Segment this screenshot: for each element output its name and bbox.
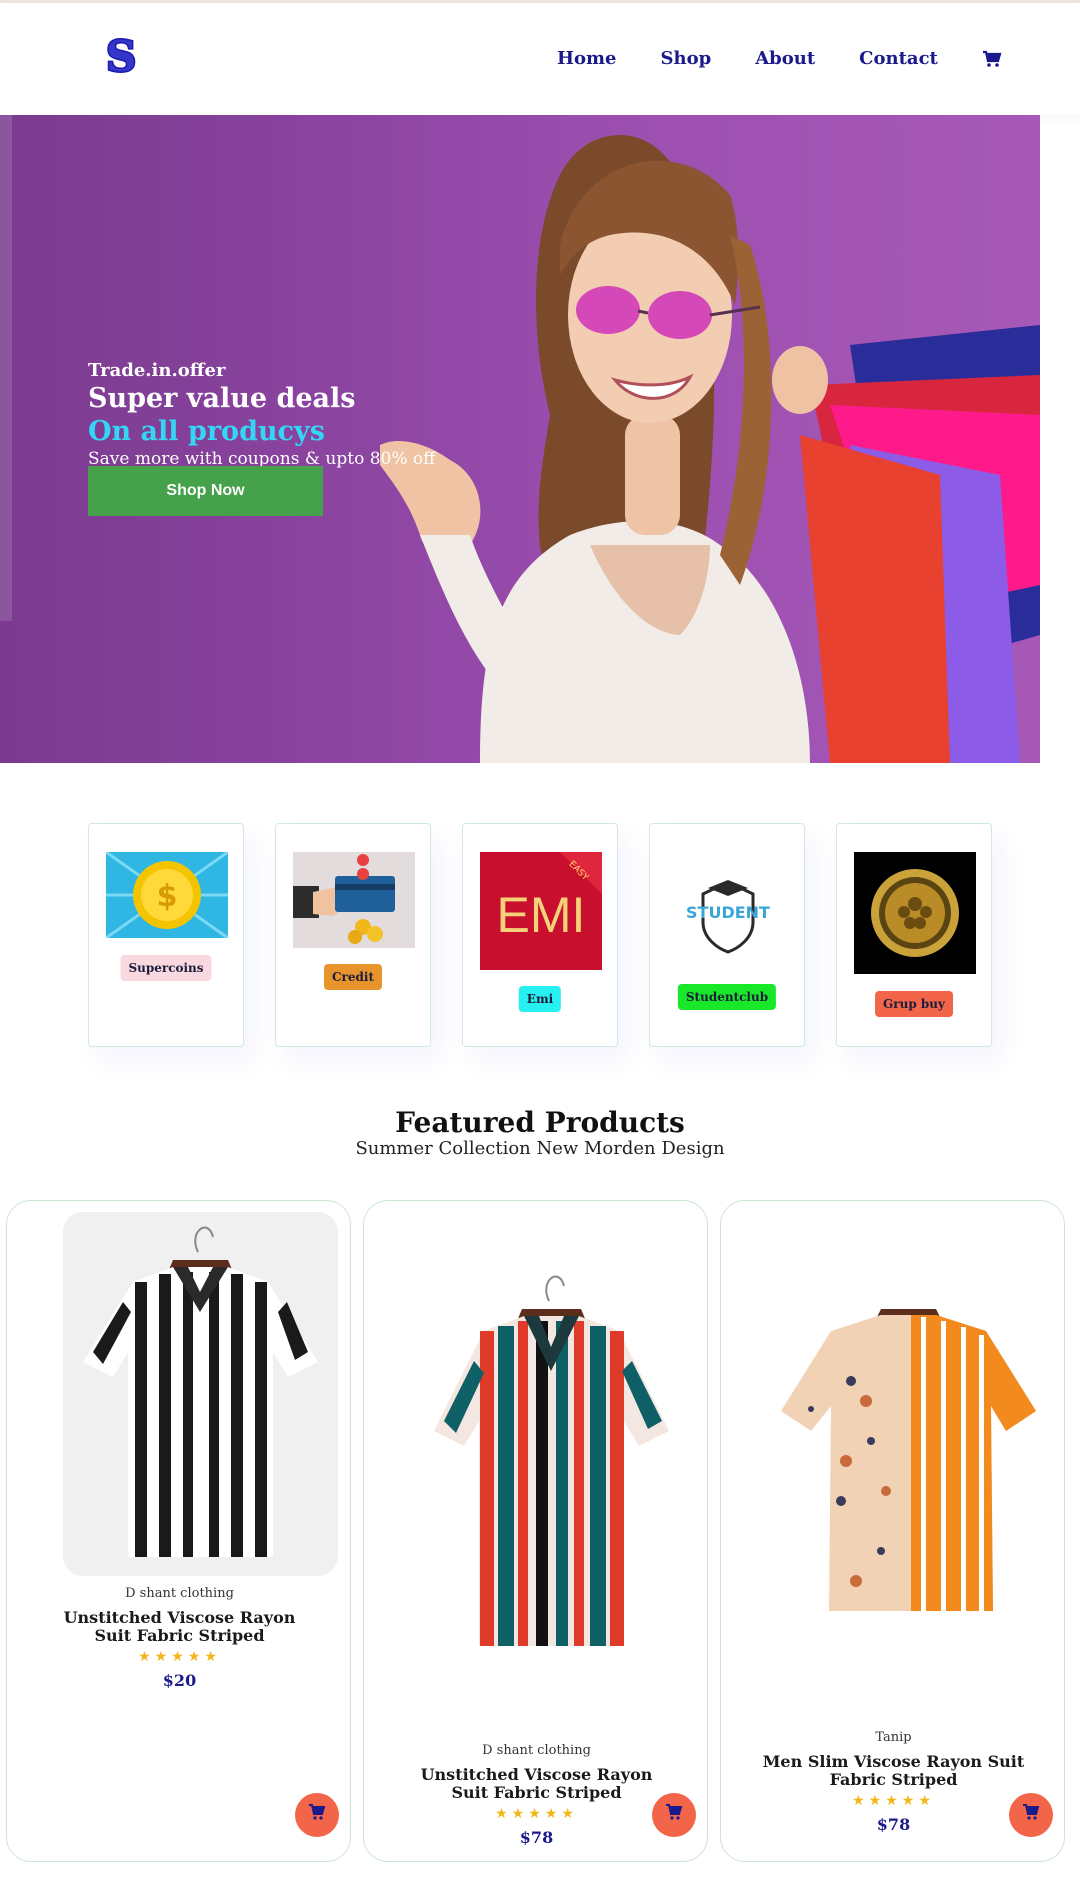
product-brand: Tanip — [875, 1730, 912, 1745]
emi-badge: Emi — [518, 986, 562, 1012]
featured-title: Featured Products — [395, 1106, 685, 1139]
offer-card-emi[interactable]: EASY EMI Emi — [462, 823, 618, 1047]
product-price: $78 — [519, 1828, 554, 1847]
striped-shirt-image — [63, 1212, 338, 1576]
add-to-cart-button[interactable] — [295, 1793, 339, 1837]
offer-card-grupbuy[interactable]: Grup buy — [836, 823, 992, 1047]
logo-icon[interactable]: S S — [104, 33, 140, 79]
credit-card-icon — [293, 852, 415, 948]
floral-striped-shirt-image — [781, 1309, 1036, 1611]
product-price: $20 — [162, 1671, 197, 1690]
offer-card-studentclub[interactable]: STUDENT Studentclub — [649, 823, 805, 1047]
svg-text:STUDENT: STUDENT — [686, 903, 770, 922]
studentclub-badge: Studentclub — [677, 984, 777, 1010]
nav-shop[interactable]: Shop — [661, 48, 712, 69]
hero-side-strip — [0, 115, 12, 621]
product-card[interactable]: D shant clothing Unstitched Viscose Rayo… — [363, 1200, 708, 1862]
shop-now-button[interactable]: Shop Now — [88, 466, 323, 516]
product-card[interactable]: D shant clothing Unstitched Viscose Rayo… — [6, 1200, 351, 1862]
product-name: Men Slim Viscose Rayon Suit Fabric Strip… — [762, 1752, 1025, 1789]
product-card[interactable]: Tanip Men Slim Viscose Rayon Suit Fabric… — [720, 1200, 1065, 1862]
svg-text:EMI: EMI — [497, 887, 586, 943]
featured-subtitle: Summer Collection New Morden Design — [355, 1138, 725, 1159]
offer-card-supercoins[interactable]: $ Supercoins — [88, 823, 244, 1047]
offer-cards: $ Supercoins Credit EASY EMI Emi STUDENT… — [88, 823, 992, 1047]
shopping-bags — [800, 325, 1040, 763]
group-buy-icon — [854, 852, 976, 974]
add-to-cart-button[interactable] — [652, 1793, 696, 1837]
multicolor-striped-shirt-image — [434, 1275, 669, 1646]
site-header: S S Home Shop About Contact — [0, 3, 1080, 115]
credit-badge: Credit — [324, 964, 382, 990]
shopping-cart-icon[interactable] — [982, 49, 1002, 69]
hero-text-block: Trade.in.offer Super value deals On all … — [88, 360, 435, 470]
supercoin-icon: $ — [106, 852, 228, 938]
supercoins-badge: Supercoins — [120, 955, 212, 981]
hero-tagline: Trade.in.offer — [88, 360, 226, 381]
logo-letter-fill: S — [106, 33, 136, 79]
product-name: Unstitched Viscose Rayon Suit Fabric Str… — [420, 1765, 653, 1802]
svg-text:$: $ — [157, 879, 178, 914]
nav-contact[interactable]: Contact — [859, 48, 938, 69]
cart-icon — [1023, 1804, 1040, 1820]
emi-icon: EASY EMI — [480, 852, 602, 970]
product-info: D shant clothing Unstitched Viscose Rayo… — [7, 1585, 352, 1690]
cart-icon — [666, 1804, 683, 1820]
add-to-cart-button[interactable] — [1009, 1793, 1053, 1837]
hero-title: Super value deals — [88, 383, 356, 414]
product-brand: D shant clothing — [125, 1586, 234, 1601]
nav-about[interactable]: About — [755, 48, 815, 69]
grupbuy-badge: Grup buy — [875, 991, 953, 1017]
offer-card-credit[interactable]: Credit — [275, 823, 431, 1047]
nav-home[interactable]: Home — [557, 48, 617, 69]
cart-icon — [309, 1804, 326, 1820]
student-club-icon: STUDENT — [667, 852, 789, 970]
product-name: Unstitched Viscose Rayon Suit Fabric Str… — [63, 1608, 296, 1645]
hero-banner: Trade.in.offer Super value deals On all … — [0, 115, 1040, 763]
product-info: D shant clothing Unstitched Viscose Rayo… — [364, 1742, 709, 1847]
hero-model-image — [380, 135, 1040, 763]
hero-subtitle: On all producys — [88, 416, 325, 447]
product-brand: D shant clothing — [482, 1743, 591, 1758]
main-nav: Home Shop About Contact — [557, 48, 1002, 69]
product-rating: ★★★★★ — [138, 1649, 221, 1665]
